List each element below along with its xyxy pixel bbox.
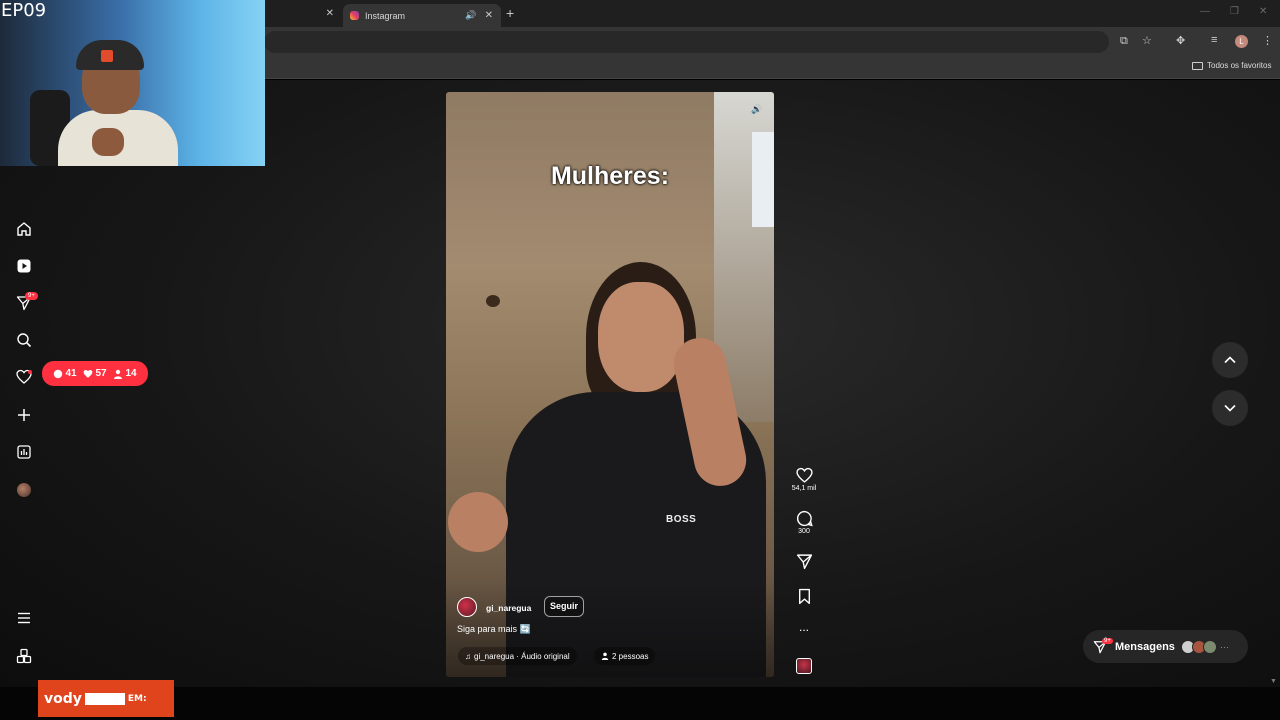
- chevron-up-icon: [1224, 356, 1236, 364]
- messages-badge: 9+: [1102, 638, 1113, 644]
- tab-close-icon[interactable]: ✕: [326, 8, 334, 19]
- scroll-down-icon[interactable]: ▼: [1270, 678, 1277, 685]
- person-icon: [114, 369, 123, 379]
- comment-action[interactable]: 300: [788, 510, 820, 535]
- home-icon[interactable]: [14, 219, 34, 239]
- audio-link[interactable]: ♫ gi_naregua · Áudio original: [458, 647, 577, 665]
- reel-overlay-title: Mulheres:: [550, 162, 670, 190]
- comment-icon: [54, 369, 63, 378]
- comment-count: 41: [53, 368, 77, 379]
- speaker-icon[interactable]: 🔊: [465, 10, 476, 21]
- next-reel-button[interactable]: [1212, 390, 1248, 426]
- tab-title: Instagram: [365, 10, 406, 21]
- more-options-icon[interactable]: ...: [788, 620, 820, 634]
- create-plus-icon[interactable]: [14, 405, 34, 425]
- window-close-icon[interactable]: ✕: [1259, 6, 1267, 17]
- messages-dock[interactable]: Mensagens ···: [1083, 630, 1248, 663]
- share-icon: [796, 554, 812, 570]
- volume-icon[interactable]: 🔊: [750, 102, 764, 116]
- bookmark-star-icon[interactable]: ☆: [1142, 34, 1152, 47]
- instagram-favicon-icon: [350, 11, 359, 20]
- profile-avatar-nav[interactable]: [17, 483, 31, 497]
- like-action[interactable]: 54,1 mil: [788, 467, 820, 492]
- heart-icon: [795, 467, 813, 483]
- previous-reel-button[interactable]: [1212, 342, 1248, 378]
- messages-count-badge: 9+: [25, 292, 38, 300]
- profile-avatar[interactable]: L: [1235, 35, 1248, 48]
- tab-close-icon[interactable]: ✕: [485, 10, 493, 21]
- folder-icon: [1192, 62, 1203, 70]
- also-from-meta-icon[interactable]: [14, 646, 34, 666]
- follow-button[interactable]: Seguir: [544, 596, 585, 617]
- more-icon: ···: [1219, 641, 1229, 652]
- new-tab-icon[interactable]: +: [506, 5, 514, 21]
- save-action[interactable]: [788, 588, 820, 605]
- media-control-icon[interactable]: ≡: [1211, 34, 1217, 46]
- notifications-heart-icon[interactable]: [14, 367, 34, 387]
- notifications-popup[interactable]: 41 57 14: [42, 361, 148, 386]
- messages-label: Mensagens: [1115, 640, 1175, 653]
- kebab-menu-icon[interactable]: ⋮: [1262, 34, 1273, 47]
- streamer-hand-image: [92, 128, 124, 156]
- dashboard-icon[interactable]: [14, 442, 34, 462]
- share-action[interactable]: [788, 553, 820, 570]
- bookmarks-folder-label[interactable]: Todos os favoritos: [1207, 61, 1271, 70]
- install-app-icon[interactable]: ⧉: [1120, 35, 1128, 48]
- audio-thumbnail[interactable]: [796, 658, 812, 674]
- omnibox[interactable]: [264, 31, 1109, 53]
- reels-icon[interactable]: [14, 256, 34, 276]
- tagged-people-link[interactable]: 2 pessoas: [594, 647, 656, 665]
- hamburger-menu-icon[interactable]: [14, 608, 34, 628]
- restore-icon[interactable]: ❐: [1230, 6, 1239, 17]
- person-icon: [601, 652, 609, 660]
- bookmark-icon: [798, 588, 810, 605]
- banner-logo-mark: [84, 692, 125, 705]
- avatar: [1202, 639, 1217, 654]
- episode-label: EP09: [1, 0, 47, 21]
- message-avatars: [1180, 639, 1217, 654]
- audio-label: gi_naregua · Áudio original: [474, 651, 570, 661]
- reel-video[interactable]: BOSS Mulheres: 🔊 gi_naregua Seguir Siga …: [446, 92, 774, 677]
- heart-icon: [84, 369, 93, 378]
- search-icon[interactable]: [14, 330, 34, 350]
- author-avatar[interactable]: [457, 597, 477, 617]
- tab-previous[interactable]: ✕: [264, 4, 342, 27]
- like-count-label: 54,1 mil: [791, 485, 817, 492]
- cap-logo-image: [101, 50, 113, 62]
- comment-icon: [796, 510, 813, 527]
- shirt-logo-text: BOSS: [666, 514, 697, 525]
- reel-caption[interactable]: Siga para mais 🔄: [457, 624, 531, 635]
- screen: ✕ Instagram 🔊 ✕ + — ❐ ✕ ⧉ ☆ ✥ ≡ L ⋮ Todo…: [0, 0, 1280, 720]
- tab-instagram[interactable]: Instagram 🔊 ✕: [343, 4, 501, 27]
- banner-suffix: EM:: [127, 693, 147, 704]
- extensions-icon[interactable]: ✥: [1176, 34, 1185, 47]
- music-note-icon: ♫: [465, 651, 471, 661]
- people-label: 2 pessoas: [612, 651, 649, 661]
- webcam-overlay: EP09: [0, 0, 265, 166]
- follow-count: 14: [113, 368, 137, 379]
- comment-count-label: 300: [798, 528, 810, 535]
- stream-banner: vody EM:: [38, 680, 174, 717]
- banner-brand: vody: [44, 690, 82, 707]
- like-count: 57: [83, 368, 107, 379]
- chevron-down-icon: [1224, 404, 1236, 412]
- wall-hole-image: [486, 295, 500, 307]
- author-username[interactable]: gi_naregua: [486, 603, 531, 613]
- minimize-icon[interactable]: —: [1200, 6, 1210, 17]
- person-face-image: [598, 282, 684, 392]
- stream-bottom-bar: [0, 687, 1280, 720]
- instagram-page: 9+ 41 57 14 BOSS Mulheres: 🔊 gi_naregua …: [0, 80, 1280, 687]
- person-hand-image: [448, 492, 508, 552]
